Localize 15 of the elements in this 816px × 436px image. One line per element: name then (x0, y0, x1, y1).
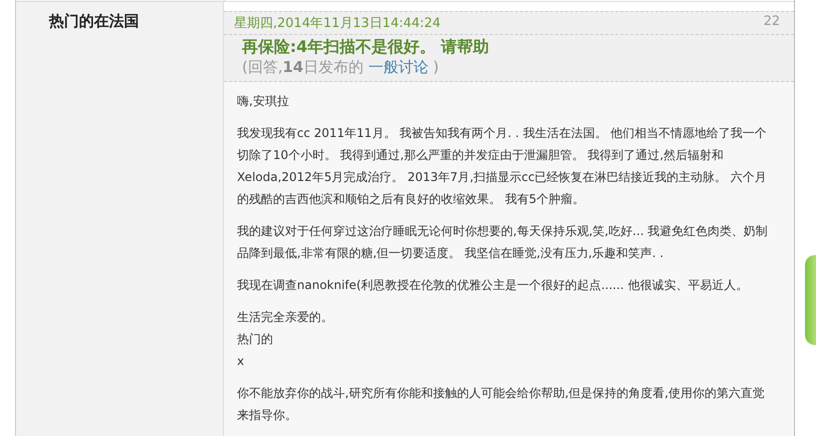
post-info: (回答,14日发布的 一般讨论 ) (242, 58, 440, 77)
side-tab[interactable] (805, 255, 816, 345)
post-paragraph: 你不能放弃你的战斗,研究所有你能和接触的人可能会给你帮助,但是保持的角度看,使用你的第六直觉来指导你。 (237, 385, 766, 424)
signature-line: 热门的 (237, 331, 274, 348)
post-paragraph: 我发现我有cc 2011年11月。 我被告知我有两个月. . 我生活在法国。 他们相当不情愿地给了我一个切除了10个小时。 我得到通过,那么严重的并发症由于泄漏胆管。 我得到了通过,然后辐射和Xeloda,2012年5月完成治疗。 2013年7月,扫描显示cc已经恢复在淋巴结接近我的主动脉。 六个月的残酷的吉西他滨和顺铂之后有良好的收缩效果。 我有5个肿瘤。 (237, 125, 768, 208)
post-date: 星期四,2014年11月13日14:44:24 (234, 15, 441, 32)
post-title: 再保险:4年扫描不是很好。 请帮助 (242, 37, 490, 58)
signature-line: 生活完全亲爱的。 (237, 309, 334, 326)
post-paragraph: 我的建议对于任何穿过这治疗睡眠无论何时你想要的,每天保持乐观,笑,吃好... 我避免红色肉类、奶制品降到最低,非常有限的糖,但一切要适度。 我坚信在睡觉,没有压力,乐趣和笑声. . (237, 223, 769, 262)
post-paragraph: 我现在调查nanoknife(利恩教授在伦敦的优雅公主是一个很好的起点...... 他很诚实、平易近人。 (237, 277, 749, 294)
signature-line: x (237, 353, 246, 370)
post-number: 22 (763, 14, 780, 31)
author-name: 热门的在法国 (49, 12, 139, 30)
post-paragraph: 嗨,安琪拉 (237, 93, 290, 110)
category-link[interactable]: 一般讨论 (368, 58, 428, 76)
